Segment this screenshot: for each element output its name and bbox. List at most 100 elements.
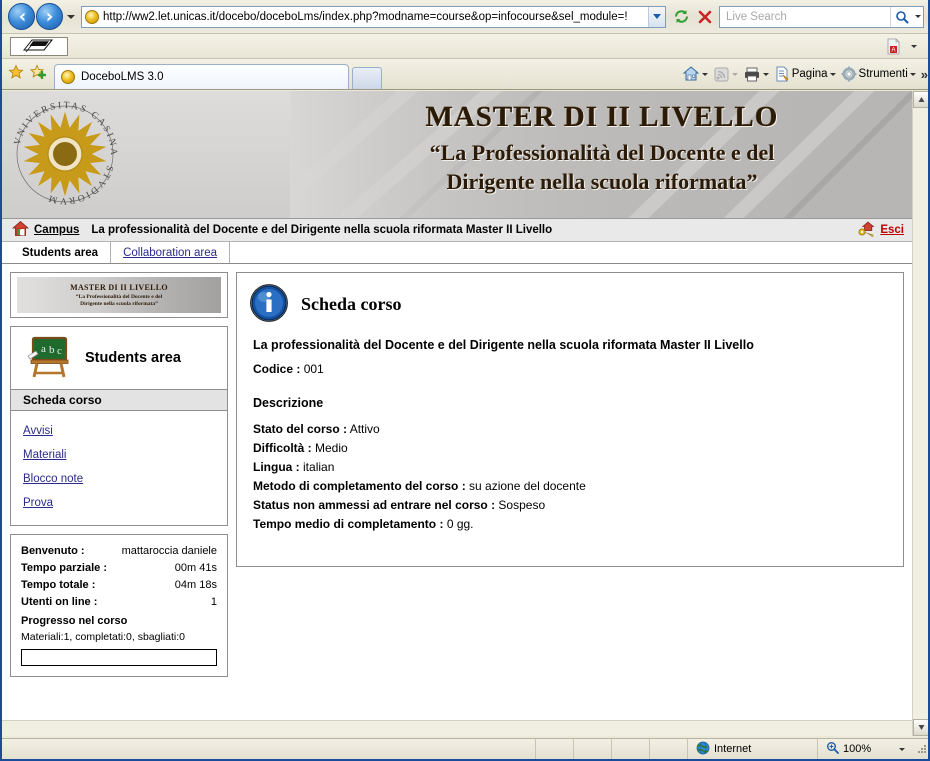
- page-menu-label: Pagina: [791, 68, 828, 80]
- overflow-chevron-icon[interactable]: »: [921, 67, 928, 82]
- tab-collaboration-area-label[interactable]: Collaboration area: [123, 247, 217, 259]
- search-go-icon[interactable]: [890, 6, 912, 27]
- total-time-value: 04m 18s: [174, 579, 217, 591]
- tab-collaboration-area[interactable]: Collaboration area: [111, 242, 231, 263]
- site-banner: VNIVERSITAS CASINAS STVDIORVM MASTER DI …: [2, 91, 912, 219]
- links-toolbar: A: [2, 34, 928, 59]
- course-row-stato: Stato del corso : Attivo: [249, 422, 891, 436]
- sidebar-item-materiali[interactable]: Materiali: [11, 443, 227, 467]
- feeds-button[interactable]: [711, 63, 740, 85]
- zoom-dropdown-icon[interactable]: [899, 747, 905, 751]
- command-bar: Pagina Strumenti »: [680, 63, 928, 89]
- save-disk-icon[interactable]: [10, 36, 68, 56]
- feeds-dropdown-icon[interactable]: [731, 72, 738, 76]
- sidebar-item-avvisi-label[interactable]: Avvisi: [23, 425, 53, 437]
- pdf-dropdown-icon[interactable]: [907, 36, 920, 56]
- url-history-dropdown-icon[interactable]: [648, 6, 665, 27]
- course-row-status: Status non ammessi ad entrare nel corso …: [249, 498, 891, 512]
- search-provider-dropdown[interactable]: [912, 7, 923, 27]
- scrollbar-track[interactable]: [913, 108, 928, 719]
- course-row-status-label: Status non ammessi ad entrare nel corso …: [253, 498, 496, 512]
- banner-text-block: MASTER DI II LIVELLO “La Professionalità…: [302, 101, 902, 195]
- sidebar-area-header: a b c Students area: [11, 327, 227, 389]
- info-icon: [249, 283, 289, 326]
- page-menu-button[interactable]: Pagina: [772, 63, 838, 85]
- sidebar-section-title: Scheda corso: [11, 389, 227, 411]
- site-favicon-icon: [85, 9, 99, 24]
- status-message-area: [2, 739, 535, 759]
- sidebar-nav-box: a b c Students area Scheda corso Avvisi …: [10, 326, 228, 526]
- home-house-icon: [11, 220, 30, 240]
- security-zone[interactable]: Internet: [687, 739, 817, 759]
- home-dropdown-icon[interactable]: [701, 72, 708, 76]
- course-row-lingua: Lingua : italian: [249, 460, 891, 474]
- course-row-tempo-medio-value: 0 gg.: [446, 517, 474, 531]
- zoom-control[interactable]: 100%: [817, 739, 913, 759]
- add-to-favorites-icon[interactable]: [29, 64, 47, 83]
- sidebar-item-prova-label[interactable]: Prova: [23, 497, 53, 509]
- globe-icon: [696, 741, 710, 758]
- course-row-difficolta-label: Difficoltà :: [253, 441, 312, 455]
- forward-button[interactable]: [36, 3, 63, 30]
- sidebar-item-blocco-note[interactable]: Blocco note: [11, 467, 227, 491]
- security-zone-label: Internet: [714, 743, 752, 755]
- web-page: VNIVERSITAS CASINAS STVDIORVM MASTER DI …: [2, 91, 912, 736]
- back-button[interactable]: [8, 3, 35, 30]
- welcome-label: Benvenuto :: [21, 545, 85, 557]
- campus-course-title: La professionalità del Docente e del Dir…: [91, 224, 553, 236]
- tools-menu-dropdown-icon[interactable]: [909, 72, 916, 76]
- info-row-total-time: Tempo totale : 04m 18s: [19, 577, 219, 594]
- refresh-button[interactable]: [669, 5, 693, 29]
- course-code-label: Codice :: [253, 362, 301, 376]
- sidebar-area-title: Students area: [85, 350, 181, 366]
- course-row-difficolta-value: Medio: [315, 441, 348, 455]
- sidebar-item-blocco-note-label[interactable]: Blocco note: [23, 473, 83, 485]
- page-menu-dropdown-icon[interactable]: [829, 72, 836, 76]
- home-button[interactable]: [680, 63, 710, 85]
- svg-text:a: a: [41, 343, 46, 355]
- course-row-lingua-label: Lingua :: [253, 460, 300, 474]
- logout-key-icon: [858, 221, 876, 240]
- tools-menu-button[interactable]: Strumenti: [839, 63, 918, 85]
- print-button[interactable]: [741, 63, 771, 85]
- stop-button[interactable]: [693, 5, 717, 29]
- browser-tab[interactable]: DoceboLMS 3.0: [54, 64, 349, 89]
- banner-line-2: “La Professionalità del Docente e del: [429, 140, 775, 165]
- welcome-value: mattaroccia daniele: [121, 545, 217, 557]
- search-input[interactable]: Live Search: [720, 11, 890, 23]
- print-dropdown-icon[interactable]: [762, 72, 769, 76]
- recent-pages-dropdown[interactable]: [64, 7, 77, 27]
- tab-title: DoceboLMS 3.0: [81, 71, 164, 83]
- progress-heading: Progresso nel corso: [21, 615, 128, 627]
- sidebar-item-avvisi[interactable]: Avvisi: [11, 419, 227, 443]
- course-row-difficolta: Difficoltà : Medio: [249, 441, 891, 455]
- logout-link[interactable]: Esci: [880, 224, 904, 236]
- favorites-icons: [8, 64, 54, 89]
- course-row-stato-value: Attivo: [349, 422, 380, 436]
- favorites-center-icon[interactable]: [8, 64, 24, 83]
- course-progress-bar: [21, 649, 217, 666]
- mini-banner-line-1: MASTER DI II LIVELLO: [70, 283, 168, 292]
- new-tab-button[interactable]: [352, 67, 382, 89]
- course-row-tempo-medio: Tempo medio di completamento : 0 gg.: [249, 517, 891, 531]
- svg-text:b: b: [49, 344, 55, 356]
- url-bar[interactable]: http://ww2.let.unicas.it/docebo/doceboLm…: [81, 5, 666, 28]
- banner-line-1: MASTER DI II LIVELLO: [425, 101, 779, 133]
- pdf-icon[interactable]: A: [881, 34, 905, 58]
- tools-menu-label: Strumenti: [858, 68, 908, 80]
- logout-area[interactable]: Esci: [858, 221, 904, 240]
- course-row-tempo-medio-label: Tempo medio di completamento :: [253, 517, 444, 531]
- sidebar-item-prova[interactable]: Prova: [11, 491, 227, 515]
- scroll-up-arrow-icon[interactable]: [913, 91, 928, 108]
- resize-grip-icon[interactable]: [916, 743, 928, 755]
- sidebar-item-materiali-label[interactable]: Materiali: [23, 449, 66, 461]
- campus-link[interactable]: Campus: [34, 224, 79, 236]
- status-cell-1: [535, 739, 573, 759]
- scroll-down-arrow-icon[interactable]: [913, 719, 928, 736]
- page-horizontal-scrollbar[interactable]: [2, 720, 912, 736]
- tab-students-area[interactable]: Students area: [10, 242, 112, 263]
- page-vertical-scrollbar[interactable]: [912, 91, 928, 736]
- search-box[interactable]: Live Search: [719, 5, 924, 28]
- tab-bar: DoceboLMS 3.0 Pagina Strumenti »: [2, 59, 928, 90]
- partial-time-label: Tempo parziale :: [21, 562, 107, 574]
